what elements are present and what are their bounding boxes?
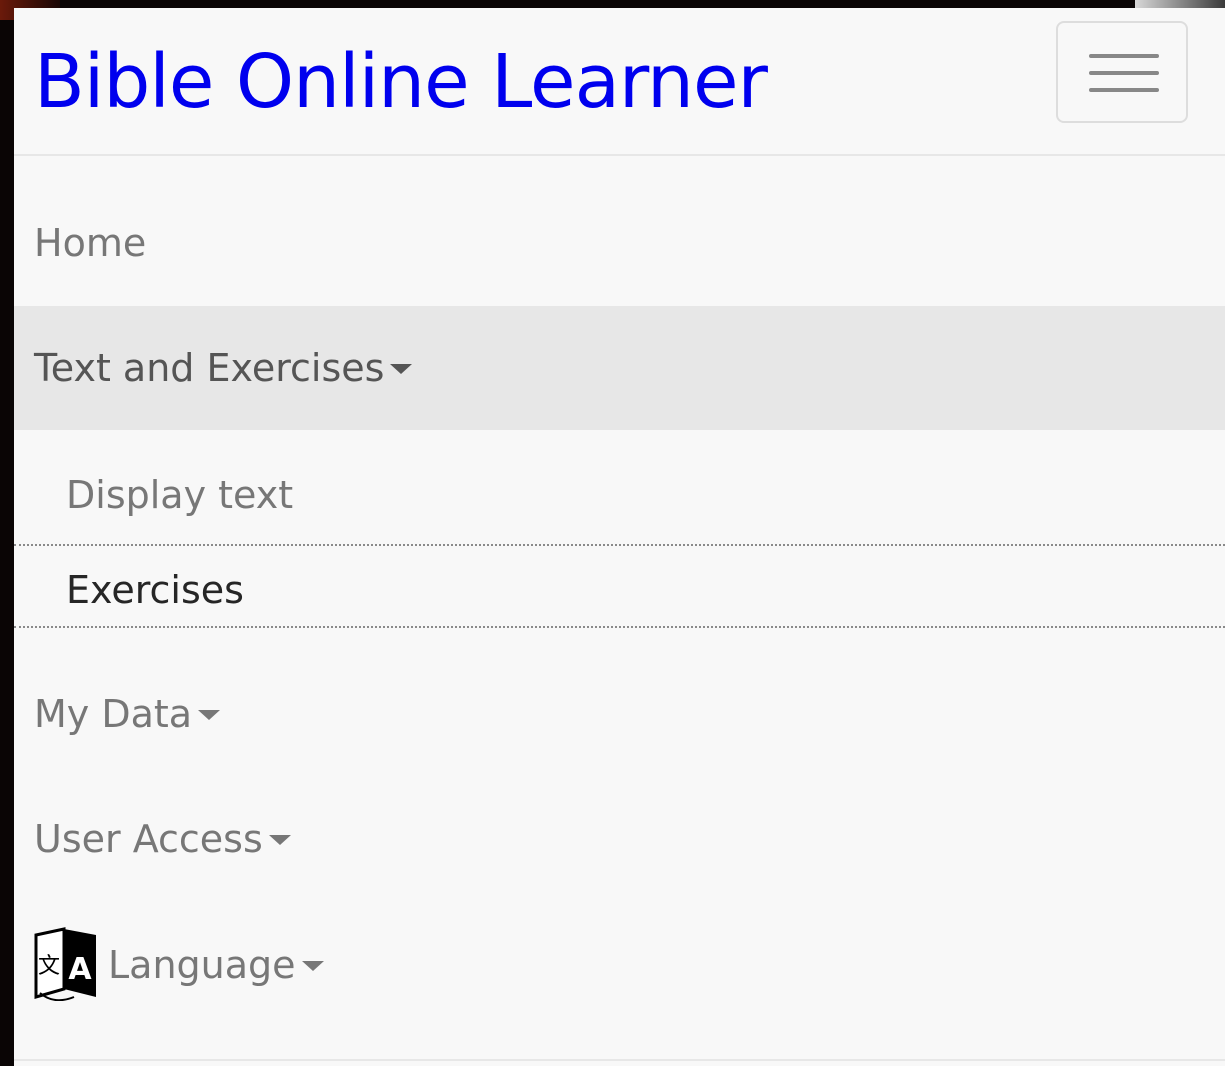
svg-text:A: A	[68, 952, 92, 987]
nav-item-user-access-label: User Access	[34, 817, 263, 861]
nav-item-home[interactable]: Home	[14, 180, 1225, 306]
dropdown-item-display-text[interactable]: Display text	[14, 442, 1225, 544]
nav-item-language-label: Language	[108, 943, 296, 987]
nav-item-my-data[interactable]: My Data	[14, 652, 1225, 776]
nav-item-language[interactable]: A 文 Language	[14, 902, 1225, 1028]
navbar-header: Bible Online Learner	[14, 8, 1225, 156]
translate-icon: A 文	[34, 926, 96, 1001]
caret-down-icon	[268, 834, 291, 845]
navbar-toggle-button[interactable]	[1056, 21, 1188, 123]
nav-item-home-label: Home	[34, 221, 147, 265]
dropdown-item-exercises[interactable]: Exercises	[14, 546, 1225, 626]
hamburger-menu-icon-bar	[1089, 71, 1159, 75]
caret-down-icon	[198, 709, 221, 720]
hamburger-menu-icon-bar	[1089, 88, 1159, 92]
navbar-bottom-border	[14, 1059, 1225, 1061]
caret-down-icon	[390, 363, 413, 374]
dropdown-item-display-text-label: Display text	[66, 473, 294, 517]
svg-text:文: 文	[38, 954, 60, 979]
caret-down-icon	[301, 960, 324, 971]
nav-item-text-and-exercises-label: Text and Exercises	[34, 346, 385, 390]
brand-link[interactable]: Bible Online Learner	[34, 40, 768, 124]
navbar-panel: Bible Online Learner Home Text and Exerc…	[14, 8, 1225, 1066]
nav-item-my-data-label: My Data	[34, 692, 193, 736]
dropdown-item-exercises-label: Exercises	[66, 568, 244, 612]
nav-item-text-and-exercises[interactable]: Text and Exercises	[14, 306, 1225, 430]
dropdown-divider	[14, 626, 1225, 628]
nav-item-user-access[interactable]: User Access	[14, 776, 1225, 902]
hamburger-menu-icon	[1089, 54, 1159, 58]
